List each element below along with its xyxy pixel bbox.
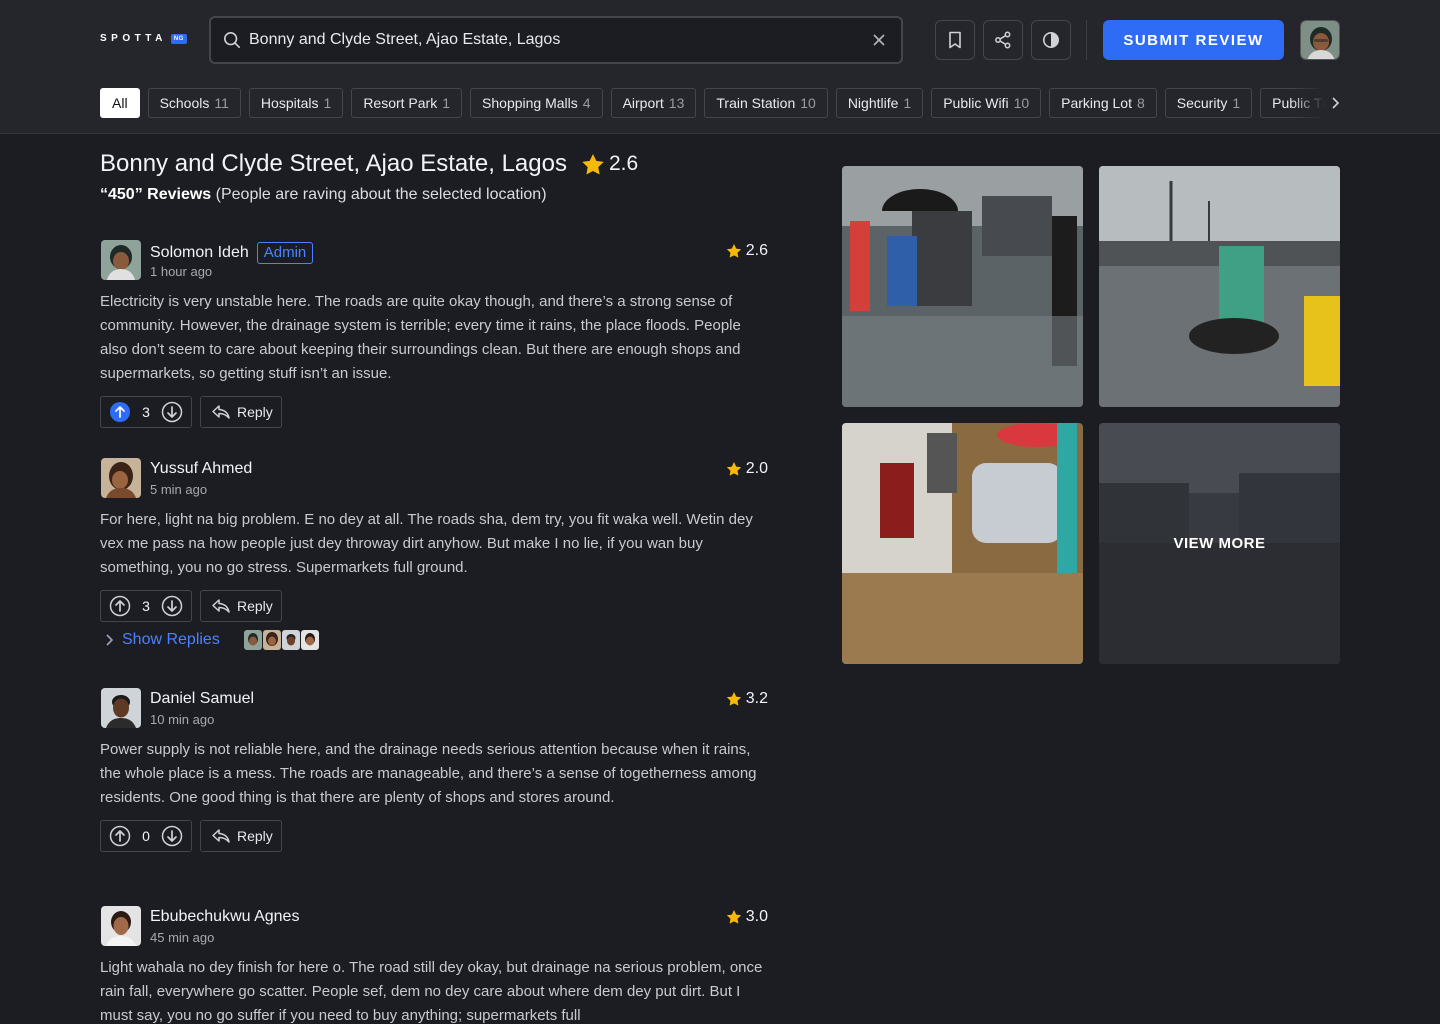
contrast-icon [1043, 32, 1059, 48]
star-icon [726, 244, 741, 258]
filter-chip-all[interactable]: All [100, 88, 140, 118]
filter-chip-train-station[interactable]: Train Station 10 [704, 88, 828, 118]
header-divider [1086, 20, 1087, 60]
avatar [300, 630, 319, 650]
reviews-count: “450” Reviews [100, 186, 212, 203]
reply-button[interactable]: Reply [200, 820, 282, 852]
theme-toggle-button[interactable] [1031, 20, 1071, 60]
search-input[interactable] [249, 31, 869, 49]
review-card: Solomon Ideh Admin 1 hour ago 2.6 Electr… [100, 240, 768, 428]
filter-chip-schools[interactable]: Schools 11 [147, 88, 241, 118]
search-bar [209, 16, 903, 64]
chevron-right-icon [106, 634, 114, 646]
vote-control: 0 [100, 820, 192, 852]
filters-scroll-right[interactable] [1290, 88, 1340, 118]
reply-icon [212, 405, 230, 419]
admin-badge: Admin [256, 242, 314, 264]
vote-control: 3 [100, 590, 192, 622]
review-time: 1 hour ago [150, 264, 213, 279]
reviewer-name[interactable]: Ebubechukwu Agnes [150, 908, 299, 926]
filter-chip-shopping-malls[interactable]: Shopping Malls 4 [470, 88, 603, 118]
review-text: Electricity is very unstable here. The r… [100, 293, 741, 382]
review-rating: 2.6 [726, 242, 768, 260]
review-time: 45 min ago [150, 930, 215, 945]
search-icon [223, 31, 241, 49]
review-text: Light wahala no dey finish for here o. T… [100, 959, 763, 1024]
review-card: Daniel Samuel 10 min ago 3.2 Power suppl… [100, 688, 768, 852]
brand-badge: NG [170, 33, 187, 44]
upvote-icon[interactable] [109, 825, 131, 847]
clear-search-icon[interactable] [869, 30, 889, 50]
review-time: 5 min ago [150, 482, 208, 497]
show-replies-label: Show Replies [122, 631, 220, 648]
location-subtitle: “450” Reviews (People are raving about t… [100, 186, 547, 204]
bookmark-button[interactable] [935, 20, 975, 60]
upvote-icon[interactable] [109, 595, 131, 617]
gallery-photo[interactable] [1099, 166, 1340, 407]
category-filters: All Schools 11 Hospitals 1 Resort Park 1 Sh… [100, 88, 1336, 118]
view-more-tile[interactable]: VIEW MORE [1099, 423, 1340, 664]
reply-button[interactable]: Reply [200, 590, 282, 622]
review-rating: 3.2 [726, 690, 768, 708]
review-text: Power supply is not reliable here, and t… [100, 741, 757, 806]
reviewer-name[interactable]: Solomon Ideh [150, 244, 249, 262]
filter-chip-hospitals[interactable]: Hospitals 1 [248, 88, 344, 118]
avatar[interactable] [101, 240, 141, 280]
location-title: Bonny and Clyde Street, Ajao Estate, Lag… [100, 150, 567, 177]
star-icon [726, 692, 741, 706]
share-icon [995, 31, 1011, 49]
location-rating: 2.6 [581, 152, 638, 176]
gallery-photo[interactable] [842, 423, 1083, 664]
reviewer-name[interactable]: Yussuf Ahmed [150, 460, 252, 478]
share-button[interactable] [983, 20, 1023, 60]
avatar [281, 630, 300, 650]
star-icon [726, 910, 741, 924]
vote-control: 3 [100, 396, 192, 428]
submit-review-button[interactable]: SUBMIT REVIEW [1103, 20, 1284, 60]
location-header: Bonny and Clyde Street, Ajao Estate, Lag… [100, 150, 638, 178]
avatar [243, 630, 262, 650]
reply-icon [212, 829, 230, 843]
review-rating: 3.0 [726, 908, 768, 926]
view-more-label: VIEW MORE [1099, 423, 1340, 664]
filter-chip-nightlife[interactable]: Nightlife 1 [835, 88, 924, 118]
bookmark-icon [949, 31, 961, 49]
filter-chip-parking-lot[interactable]: Parking Lot 8 [1049, 88, 1157, 118]
brand-logo[interactable]: SPOTTA NG [100, 33, 187, 44]
user-avatar[interactable] [1300, 20, 1340, 60]
avatar [262, 630, 281, 650]
reply-avatars [243, 630, 319, 650]
reviews-note: (People are raving about the selected lo… [215, 186, 547, 203]
reviewer-name[interactable]: Daniel Samuel [150, 690, 254, 708]
downvote-icon[interactable] [161, 595, 183, 617]
vote-count: 3 [142, 598, 150, 614]
filter-chip-public-wifi[interactable]: Public Wifi 10 [931, 88, 1042, 118]
brand-name: SPOTTA [100, 33, 167, 44]
avatar[interactable] [101, 458, 141, 498]
review-rating: 2.0 [726, 460, 768, 478]
reply-icon [212, 599, 230, 613]
vote-count: 3 [142, 404, 150, 420]
avatar[interactable] [101, 688, 141, 728]
downvote-icon[interactable] [161, 401, 183, 423]
review-text: For here, light na big problem. E no dey… [100, 511, 753, 576]
filter-chip-security[interactable]: Security 1 [1164, 88, 1253, 118]
review-card: Ebubechukwu Agnes 45 min ago 3.0 Light w… [100, 906, 768, 1024]
filter-chip-airport[interactable]: Airport 13 [610, 88, 697, 118]
upvote-icon[interactable] [109, 401, 131, 423]
chevron-right-icon [1332, 97, 1340, 109]
show-replies-toggle[interactable]: Show Replies [104, 630, 319, 650]
star-icon [726, 462, 741, 476]
downvote-icon[interactable] [161, 825, 183, 847]
review-time: 10 min ago [150, 712, 215, 727]
avatar[interactable] [101, 906, 141, 946]
reply-button[interactable]: Reply [200, 396, 282, 428]
review-card: Yussuf Ahmed 5 min ago 2.0 For here, lig… [100, 458, 768, 622]
top-bar: SPOTTA NG SUBMIT REVIEW All Schools11 Ho… [0, 0, 1440, 134]
filter-chip-resort-park[interactable]: Resort Park 1 [351, 88, 463, 118]
vote-count: 0 [142, 828, 150, 844]
gallery-photo[interactable] [842, 166, 1083, 407]
star-icon [582, 153, 604, 174]
